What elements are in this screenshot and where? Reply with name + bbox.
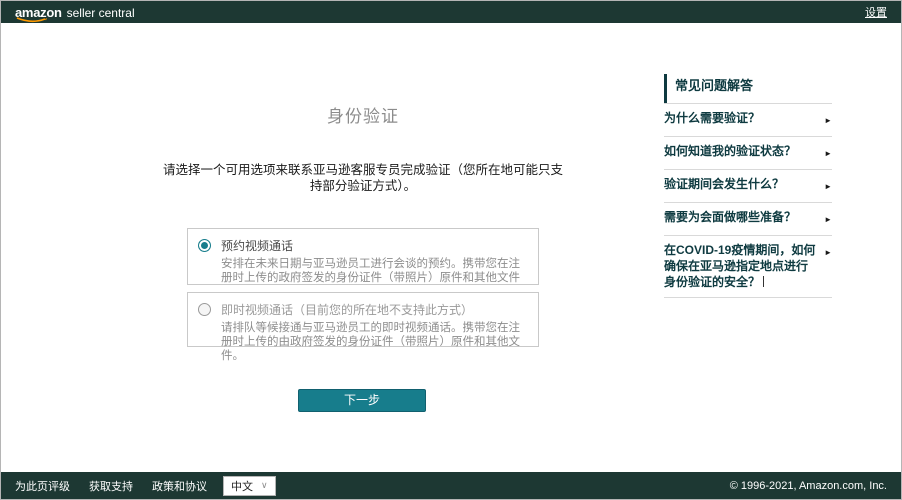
option-scheduled-video-call[interactable]: 预约视频通话 安排在未来日期与亚马逊员工进行会谈的预约。携带您在注册时上传的政府… bbox=[187, 228, 539, 285]
arrow-right-icon: ► bbox=[824, 179, 832, 195]
faq-item-label: 为什么需要验证？ bbox=[664, 110, 760, 126]
arrow-right-icon: ► bbox=[824, 245, 832, 261]
faq-item-what-happens[interactable]: 验证期间会发生什么？ ► bbox=[664, 169, 832, 202]
top-bar: amazon seller central 设置 bbox=[1, 1, 901, 23]
seller-central-label: seller central bbox=[67, 6, 135, 20]
language-selected-value: 中文 bbox=[231, 478, 253, 494]
option-description: 安排在未来日期与亚马逊员工进行会谈的预约。携带您在注册时上传的政府签发的身份证件… bbox=[221, 257, 528, 285]
footer-link-rate-page[interactable]: 为此页评级 bbox=[15, 478, 70, 494]
chevron-down-icon: ∨ bbox=[261, 480, 268, 491]
copyright-text: © 1996-2021, Amazon.com, Inc. bbox=[730, 480, 887, 492]
option-text: 预约视频通话 安排在未来日期与亚马逊员工进行会谈的预约。携带您在注册时上传的政府… bbox=[221, 237, 528, 276]
faq-title: 常见问题解答 bbox=[664, 74, 832, 103]
language-select[interactable]: 中文 ∨ bbox=[223, 476, 276, 496]
faq-item-label: 如何知道我的验证状态？ bbox=[664, 143, 796, 159]
faq-item-label: 在COVID-19疫情期间，如何确保在亚马逊指定地点进行身份验证的安全？ bbox=[664, 242, 818, 290]
radio-selected-icon[interactable] bbox=[198, 239, 211, 252]
faq-item-verification-status[interactable]: 如何知道我的验证状态？ ► bbox=[664, 136, 832, 169]
arrow-right-icon: ► bbox=[824, 212, 832, 228]
radio-unselected-icon[interactable] bbox=[198, 303, 211, 316]
option-description: 请排队等候接通与亚马逊员工的即时视频通话。携带您在注册时上传的由政府签发的身份证… bbox=[221, 321, 528, 363]
arrow-right-icon: ► bbox=[824, 146, 832, 162]
footer-bar: 为此页评级 获取支持 政策和协议 中文 ∨ © 1996-2021, Amazo… bbox=[1, 472, 901, 499]
amazon-logo: amazon seller central bbox=[15, 5, 135, 20]
text-cursor bbox=[763, 276, 764, 287]
option-instant-video-call[interactable]: 即时视频通话（目前您的所在地不支持此方式） 请排队等候接通与亚马逊员工的即时视频… bbox=[187, 292, 539, 347]
faq-item-meeting-prep[interactable]: 需要为会面做哪些准备？ ► bbox=[664, 202, 832, 235]
footer-link-support[interactable]: 获取支持 bbox=[89, 478, 133, 494]
seller-central-window: amazon seller central 设置 身份验证 请选择一个可用选项来… bbox=[0, 0, 902, 500]
amazon-wordmark: amazon bbox=[15, 5, 62, 20]
option-text: 即时视频通话（目前您的所在地不支持此方式） 请排队等候接通与亚马逊员工的即时视频… bbox=[221, 301, 528, 338]
arrow-right-icon: ► bbox=[824, 113, 832, 129]
option-label: 即时视频通话（目前您的所在地不支持此方式） bbox=[221, 301, 528, 318]
footer-link-policies[interactable]: 政策和协议 bbox=[152, 478, 207, 494]
option-label: 预约视频通话 bbox=[221, 237, 528, 254]
next-button[interactable]: 下一步 bbox=[298, 389, 426, 412]
instruction-text: 请选择一个可用选项来联系亚马逊客服专员完成验证（您所在地可能只支持部分验证方式）… bbox=[163, 162, 563, 194]
settings-link[interactable]: 设置 bbox=[865, 4, 887, 20]
faq-panel: 常见问题解答 为什么需要验证？ ► 如何知道我的验证状态？ ► 验证期间会发生什… bbox=[664, 74, 832, 298]
faq-item-why-verify[interactable]: 为什么需要验证？ ► bbox=[664, 103, 832, 136]
faq-item-label: 需要为会面做哪些准备？ bbox=[664, 209, 796, 225]
faq-item-covid-safety[interactable]: 在COVID-19疫情期间，如何确保在亚马逊指定地点进行身份验证的安全？ ► bbox=[664, 235, 832, 298]
page-title: 身份验证 bbox=[187, 102, 539, 127]
amazon-smile-icon bbox=[16, 17, 48, 23]
faq-item-label: 验证期间会发生什么？ bbox=[664, 176, 784, 192]
